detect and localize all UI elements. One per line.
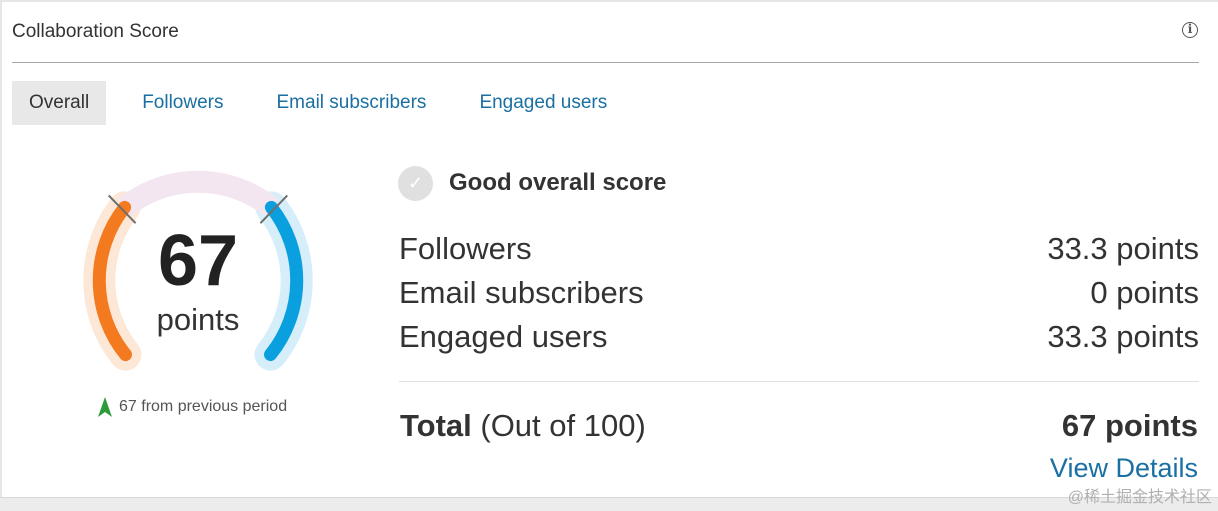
- total-note: (Out of 100): [480, 408, 646, 443]
- total-value: 67 points: [1061, 408, 1198, 443]
- tab-followers[interactable]: Followers: [125, 81, 240, 125]
- breakdown-label: Followers: [399, 231, 532, 266]
- breakdown-value: 0 points: [1090, 275, 1199, 310]
- card-bottom-edge: [0, 497, 1218, 511]
- card-title: Collaboration Score: [12, 21, 179, 42]
- gauge-score-value: 67: [157, 221, 239, 301]
- breakdown-row-followers: Followers 33.3 points: [399, 227, 1199, 271]
- tab-email-subscribers[interactable]: Email subscribers: [260, 81, 444, 125]
- trend-indicator: 67 from previous period: [98, 396, 287, 418]
- watermark: @稀土掘金技术社区: [1067, 489, 1212, 506]
- breakdown-label: Engaged users: [399, 319, 608, 354]
- breakdown-label: Email subscribers: [399, 275, 644, 310]
- card-left-border: [0, 0, 2, 498]
- tab-overall[interactable]: Overall: [12, 81, 107, 125]
- card-top-border: [0, 0, 1218, 2]
- arrow-up-icon: [98, 397, 112, 417]
- info-icon[interactable]: i: [1182, 22, 1198, 38]
- breakdown-value: 33.3 points: [1047, 231, 1199, 266]
- score-status: ✓ Good overall score: [398, 165, 666, 201]
- check-icon: ✓: [398, 165, 433, 201]
- breakdown-row-email-subscribers: Email subscribers 0 points: [399, 271, 1199, 315]
- status-text: Good overall score: [449, 169, 667, 196]
- trend-text: 67 from previous period: [119, 398, 288, 415]
- title-divider: [12, 62, 1199, 63]
- view-details-link[interactable]: View Details: [1050, 450, 1198, 486]
- tab-engaged-users[interactable]: Engaged users: [462, 81, 624, 125]
- total-label: Total: [400, 408, 472, 443]
- gauge-mid-segment: [117, 170, 279, 217]
- tab-bar: Overall Followers Email subscribers Enga…: [12, 81, 643, 125]
- score-breakdown: Followers 33.3 points Email subscribers …: [399, 227, 1199, 359]
- breakdown-divider: [399, 381, 1199, 382]
- breakdown-row-engaged-users: Engaged users 33.3 points: [399, 315, 1199, 359]
- breakdown-value: 33.3 points: [1047, 319, 1199, 354]
- gauge-score-unit: points: [156, 302, 240, 337]
- total-row: Total (Out of 100) 67 points: [400, 404, 1198, 448]
